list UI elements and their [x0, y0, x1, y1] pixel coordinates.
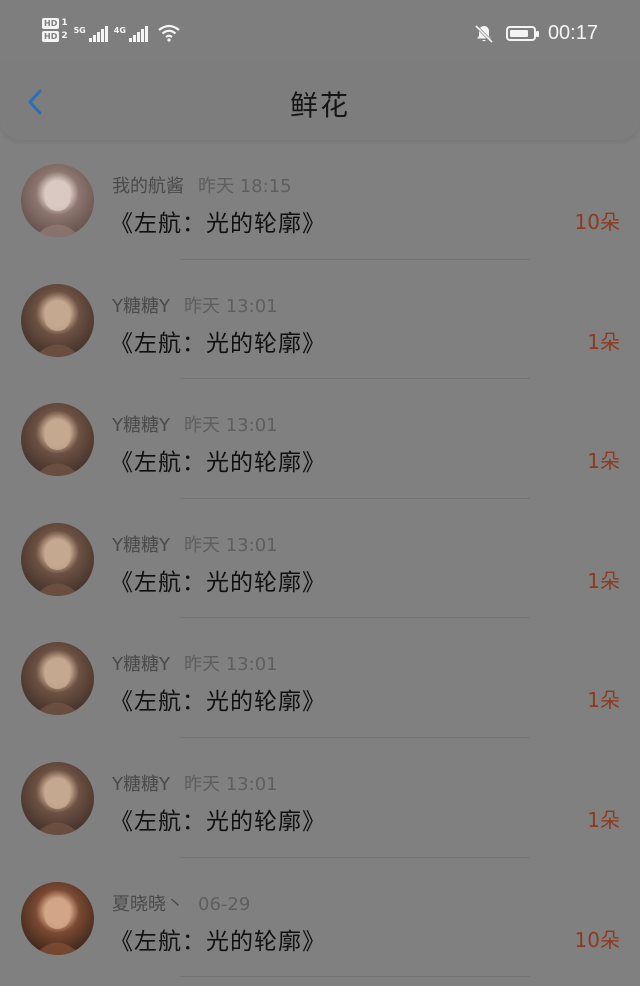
flower-count: 1朵	[587, 807, 620, 832]
status-right: 00:17	[474, 22, 598, 45]
battery-icon	[505, 26, 539, 41]
book-title: 《左航：光的轮廓》	[110, 569, 326, 596]
record-meta: Y糖糖Y 昨天 13:01	[112, 411, 278, 437]
record-meta: 夏晓晓丶 06-29	[112, 890, 250, 916]
list-item[interactable]: Y糖糖Y 昨天 13:01 《左航：光的轮廓》 1朵	[0, 738, 640, 858]
flower-count: 1朵	[587, 568, 620, 593]
list-item[interactable]: 夏晓晓丶 06-29 《左航：光的轮廓》 10朵	[0, 858, 640, 978]
status-bar: HD 1 HD 2 5G 4G 00:17	[0, 0, 640, 62]
flower-count: 1朵	[587, 688, 620, 713]
status-left: HD 1 HD 2 5G 4G	[42, 18, 180, 42]
list-item[interactable]: Y糖糖Y 昨天 13:01 《左航：光的轮廓》 1朵	[0, 618, 640, 738]
avatar[interactable]	[21, 642, 94, 716]
record-meta: Y糖糖Y 昨天 13:01	[112, 531, 278, 557]
signal-icon: 5G	[74, 26, 108, 42]
record-time: 昨天 13:01	[184, 415, 278, 437]
page-title: 鲜花	[289, 89, 350, 122]
flower-record-list: 我的航酱 昨天 18:15 《左航：光的轮廓》 10朵 Y糖糖Y 昨天 13:01 《左航：…	[0, 140, 640, 978]
record-time: 昨天 13:01	[184, 773, 278, 795]
header-bar: 鲜花	[0, 62, 640, 140]
record-time: 06-29	[198, 893, 251, 915]
hd1-indicator: HD 1	[42, 18, 68, 29]
bell-muted-icon	[474, 24, 493, 43]
avatar[interactable]	[21, 403, 94, 477]
record-time: 昨天 13:01	[184, 295, 278, 317]
hd1-label: HD	[42, 18, 60, 29]
book-title: 《左航：光的轮廓》	[110, 808, 326, 835]
avatar[interactable]	[21, 164, 94, 237]
list-item[interactable]: Y糖糖Y 昨天 13:01 《左航：光的轮廓》 1朵	[0, 499, 640, 619]
book-title: 《左航：光的轮廓》	[110, 211, 326, 237]
status-time: 00:17	[547, 22, 598, 44]
list-item[interactable]: Y糖糖Y 昨天 13:01 《左航：光的轮廓》 1朵	[0, 260, 640, 380]
list-item[interactable]: Y糖糖Y 昨天 13:01 《左航：光的轮廓》 1朵	[0, 379, 640, 499]
flower-count: 1朵	[587, 449, 620, 474]
wifi-icon	[158, 24, 180, 42]
hd2-label: HD	[42, 31, 60, 42]
list-item[interactable]: 我的航酱 昨天 18:15 《左航：光的轮廓》 10朵	[0, 140, 640, 260]
record-meta: Y糖糖Y 昨天 13:01	[112, 292, 278, 318]
book-title: 《左航：光的轮廓》	[110, 928, 326, 955]
network-5g-label: 5G	[73, 26, 86, 35]
flower-count: 10朵	[574, 927, 620, 952]
sender-name: Y糖糖Y	[112, 654, 170, 676]
flower-count: 10朵	[574, 210, 620, 234]
record-meta: Y糖糖Y 昨天 13:01	[112, 770, 278, 796]
sender-name: 夏晓晓丶	[112, 893, 184, 915]
sender-name: Y糖糖Y	[112, 295, 170, 317]
sender-name: Y糖糖Y	[112, 415, 170, 437]
sender-name: 我的航酱	[112, 176, 184, 197]
hd1-sub: 1	[61, 18, 68, 28]
record-time: 昨天 13:01	[184, 654, 278, 676]
record-meta: Y糖糖Y 昨天 13:01	[112, 650, 278, 676]
flower-count: 1朵	[587, 329, 620, 354]
book-title: 《左航：光的轮廓》	[110, 330, 326, 357]
hd-indicators: HD 1 HD 2	[42, 18, 68, 42]
avatar[interactable]	[21, 283, 94, 357]
hd2-indicator: HD 2	[42, 31, 68, 42]
record-meta: 我的航酱 昨天 18:15	[112, 172, 292, 198]
book-title: 《左航：光的轮廓》	[110, 450, 326, 477]
divider	[180, 976, 530, 978]
signal-icon: 4G	[114, 26, 148, 42]
avatar[interactable]	[21, 522, 94, 596]
avatar[interactable]	[21, 761, 94, 835]
avatar[interactable]	[21, 881, 94, 955]
book-title: 《左航：光的轮廓》	[110, 689, 326, 716]
hd2-sub: 2	[61, 31, 68, 41]
record-time: 昨天 18:15	[198, 176, 292, 197]
sender-name: Y糖糖Y	[112, 534, 170, 556]
record-time: 昨天 13:01	[184, 534, 278, 556]
network-4g-label: 4G	[113, 26, 126, 35]
sender-name: Y糖糖Y	[112, 773, 170, 795]
